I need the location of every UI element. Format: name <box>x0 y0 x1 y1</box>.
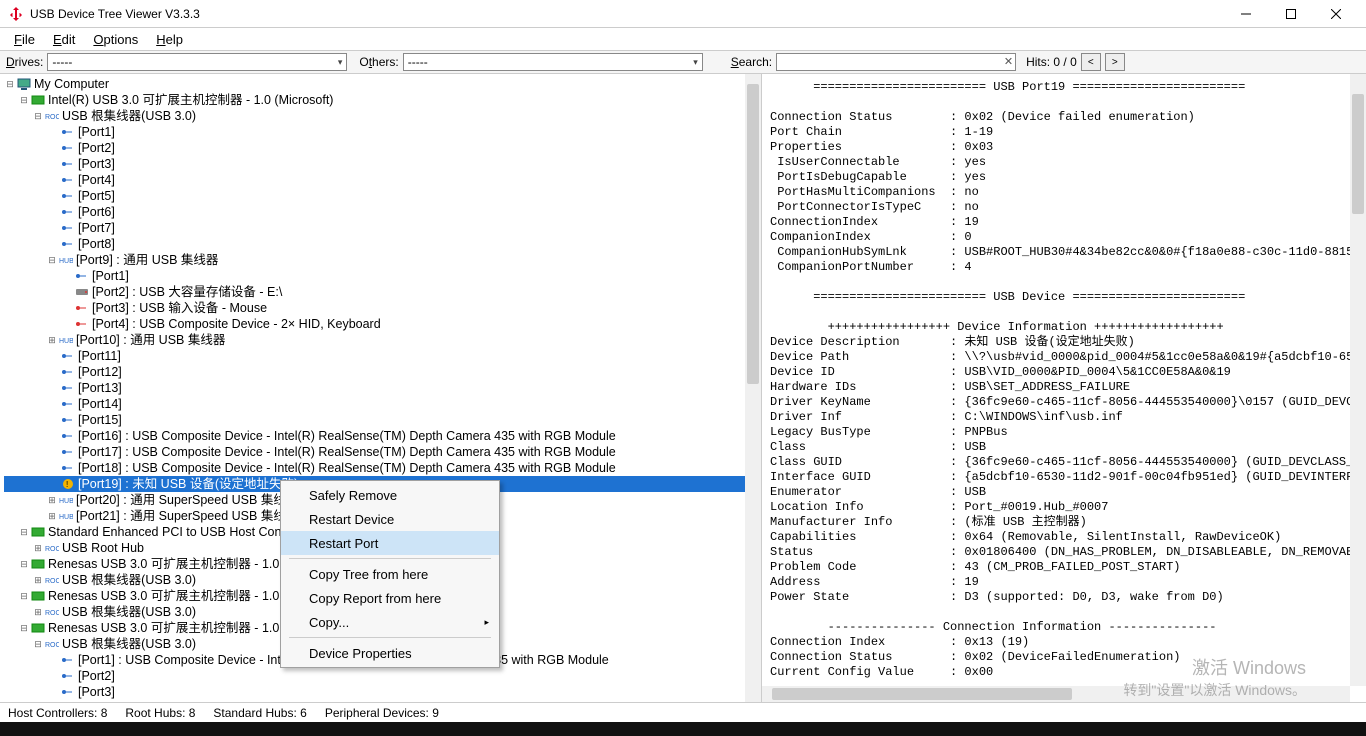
tree-port[interactable]: [Port8] <box>4 236 761 252</box>
svg-text:HUB: HUB <box>59 498 73 505</box>
details-scrollbar-h[interactable] <box>762 686 1350 702</box>
tree-port[interactable]: [Port3] <box>4 684 761 700</box>
tree-port-camera[interactable]: [Port17] : USB Composite Device - Intel(… <box>4 444 761 460</box>
ctx-restart-device[interactable]: Restart Device <box>281 507 499 531</box>
tree-port[interactable]: [Port11] <box>4 348 761 364</box>
details-text[interactable]: ======================== USB Port19 ====… <box>762 74 1366 686</box>
tree-port-storage[interactable]: [Port2] : USB 大容量存储设备 - E:\ <box>4 284 761 300</box>
ctx-copy-tree[interactable]: Copy Tree from here <box>281 562 499 586</box>
tree-root-hub[interactable]: ⊟ROOTUSB 根集线器(USB 3.0) <box>4 108 761 124</box>
svg-text:!: ! <box>66 480 68 489</box>
next-hit-button[interactable]: > <box>1105 53 1125 71</box>
svg-text:ROOT: ROOT <box>45 546 59 553</box>
tree-port[interactable]: [Port5] <box>4 188 761 204</box>
menu-help[interactable]: Help <box>148 30 191 49</box>
chevron-right-icon: ▸ <box>484 617 489 628</box>
status-root-hubs: Root Hubs: 8 <box>125 706 195 720</box>
close-button[interactable] <box>1313 0 1358 28</box>
tree-port[interactable]: [Port7] <box>4 220 761 236</box>
svg-text:ROOT: ROOT <box>45 610 59 617</box>
tree-port[interactable]: [Port1] <box>4 124 761 140</box>
context-menu: Safely Remove Restart Device Restart Por… <box>280 480 500 668</box>
minimize-button[interactable] <box>1223 0 1268 28</box>
tree-port[interactable]: [Port12] <box>4 364 761 380</box>
search-input[interactable]: ✕ <box>776 53 1016 71</box>
statusbar: Host Controllers: 8 Root Hubs: 8 Standar… <box>0 702 1366 722</box>
ctx-device-properties[interactable]: Device Properties <box>281 641 499 665</box>
clear-search-icon[interactable]: ✕ <box>1004 55 1013 68</box>
tree-port[interactable]: [Port6] <box>4 204 761 220</box>
menubar: File Edit Options Help <box>0 28 1366 50</box>
menu-edit[interactable]: Edit <box>45 30 83 49</box>
tree-port-keyboard[interactable]: [Port4] : USB Composite Device - 2× HID,… <box>4 316 761 332</box>
tree-port-hub[interactable]: ⊞HUB[Port10] : 通用 USB 集线器 <box>4 332 761 348</box>
tree-controller-intel[interactable]: ⊟Intel(R) USB 3.0 可扩展主机控制器 - 1.0 (Micros… <box>4 92 761 108</box>
svg-text:ROOT: ROOT <box>45 114 59 121</box>
window-title: USB Device Tree Viewer V3.3.3 <box>30 7 1223 21</box>
svg-text:ROOT: ROOT <box>45 578 59 585</box>
search-label: Search: <box>731 55 772 69</box>
svg-text:ROOT: ROOT <box>45 642 59 649</box>
tree-port[interactable]: [Port4] <box>4 172 761 188</box>
tree-port[interactable]: [Port2] <box>4 668 761 684</box>
titlebar: USB Device Tree Viewer V3.3.3 <box>0 0 1366 28</box>
details-scrollbar-v[interactable] <box>1350 74 1366 686</box>
app-icon <box>8 6 24 22</box>
tree-port[interactable]: [Port14] <box>4 396 761 412</box>
ctx-copy-submenu[interactable]: Copy...▸ <box>281 610 499 634</box>
tree-port[interactable]: [Port15] <box>4 412 761 428</box>
others-combo[interactable]: ----- <box>403 53 703 71</box>
status-host-controllers: Host Controllers: 8 <box>8 706 107 720</box>
ctx-copy-report[interactable]: Copy Report from here <box>281 586 499 610</box>
maximize-button[interactable] <box>1268 0 1313 28</box>
details-pane: ======================== USB Port19 ====… <box>762 74 1366 702</box>
svg-text:HUB: HUB <box>59 514 73 521</box>
tree-port-mouse[interactable]: [Port3] : USB 输入设备 - Mouse <box>4 300 761 316</box>
menu-file[interactable]: File <box>6 30 43 49</box>
tree-port[interactable]: [Port2] <box>4 140 761 156</box>
tree-port[interactable]: [Port1] <box>4 268 761 284</box>
taskbar <box>0 722 1366 736</box>
tree-port[interactable]: [Port3] <box>4 156 761 172</box>
tree-port[interactable]: [Port13] <box>4 380 761 396</box>
tree-port-camera[interactable]: [Port18] : USB Composite Device - Intel(… <box>4 460 761 476</box>
status-peripheral-devices: Peripheral Devices: 9 <box>325 706 439 720</box>
ctx-separator <box>289 637 491 638</box>
drives-combo[interactable]: ----- <box>47 53 347 71</box>
ctx-restart-port[interactable]: Restart Port <box>281 531 499 555</box>
tree-port-hub[interactable]: ⊟HUB[Port9] : 通用 USB 集线器 <box>4 252 761 268</box>
ctx-safely-remove[interactable]: Safely Remove <box>281 483 499 507</box>
tree-root[interactable]: ⊟My Computer <box>4 76 761 92</box>
svg-text:HUB: HUB <box>59 258 73 265</box>
toolbar: Drives: ----- Others: ----- Search: ✕ Hi… <box>0 50 1366 74</box>
ctx-separator <box>289 558 491 559</box>
tree-port-camera[interactable]: [Port16] : USB Composite Device - Intel(… <box>4 428 761 444</box>
menu-options[interactable]: Options <box>85 30 146 49</box>
tree-scrollbar[interactable] <box>745 74 761 702</box>
hits-label: Hits: 0 / 0 <box>1026 55 1077 69</box>
prev-hit-button[interactable]: < <box>1081 53 1101 71</box>
status-standard-hubs: Standard Hubs: 6 <box>213 706 306 720</box>
others-label: Others: <box>359 55 398 69</box>
svg-text:HUB: HUB <box>59 338 73 345</box>
drives-label: Drives: <box>6 55 43 69</box>
